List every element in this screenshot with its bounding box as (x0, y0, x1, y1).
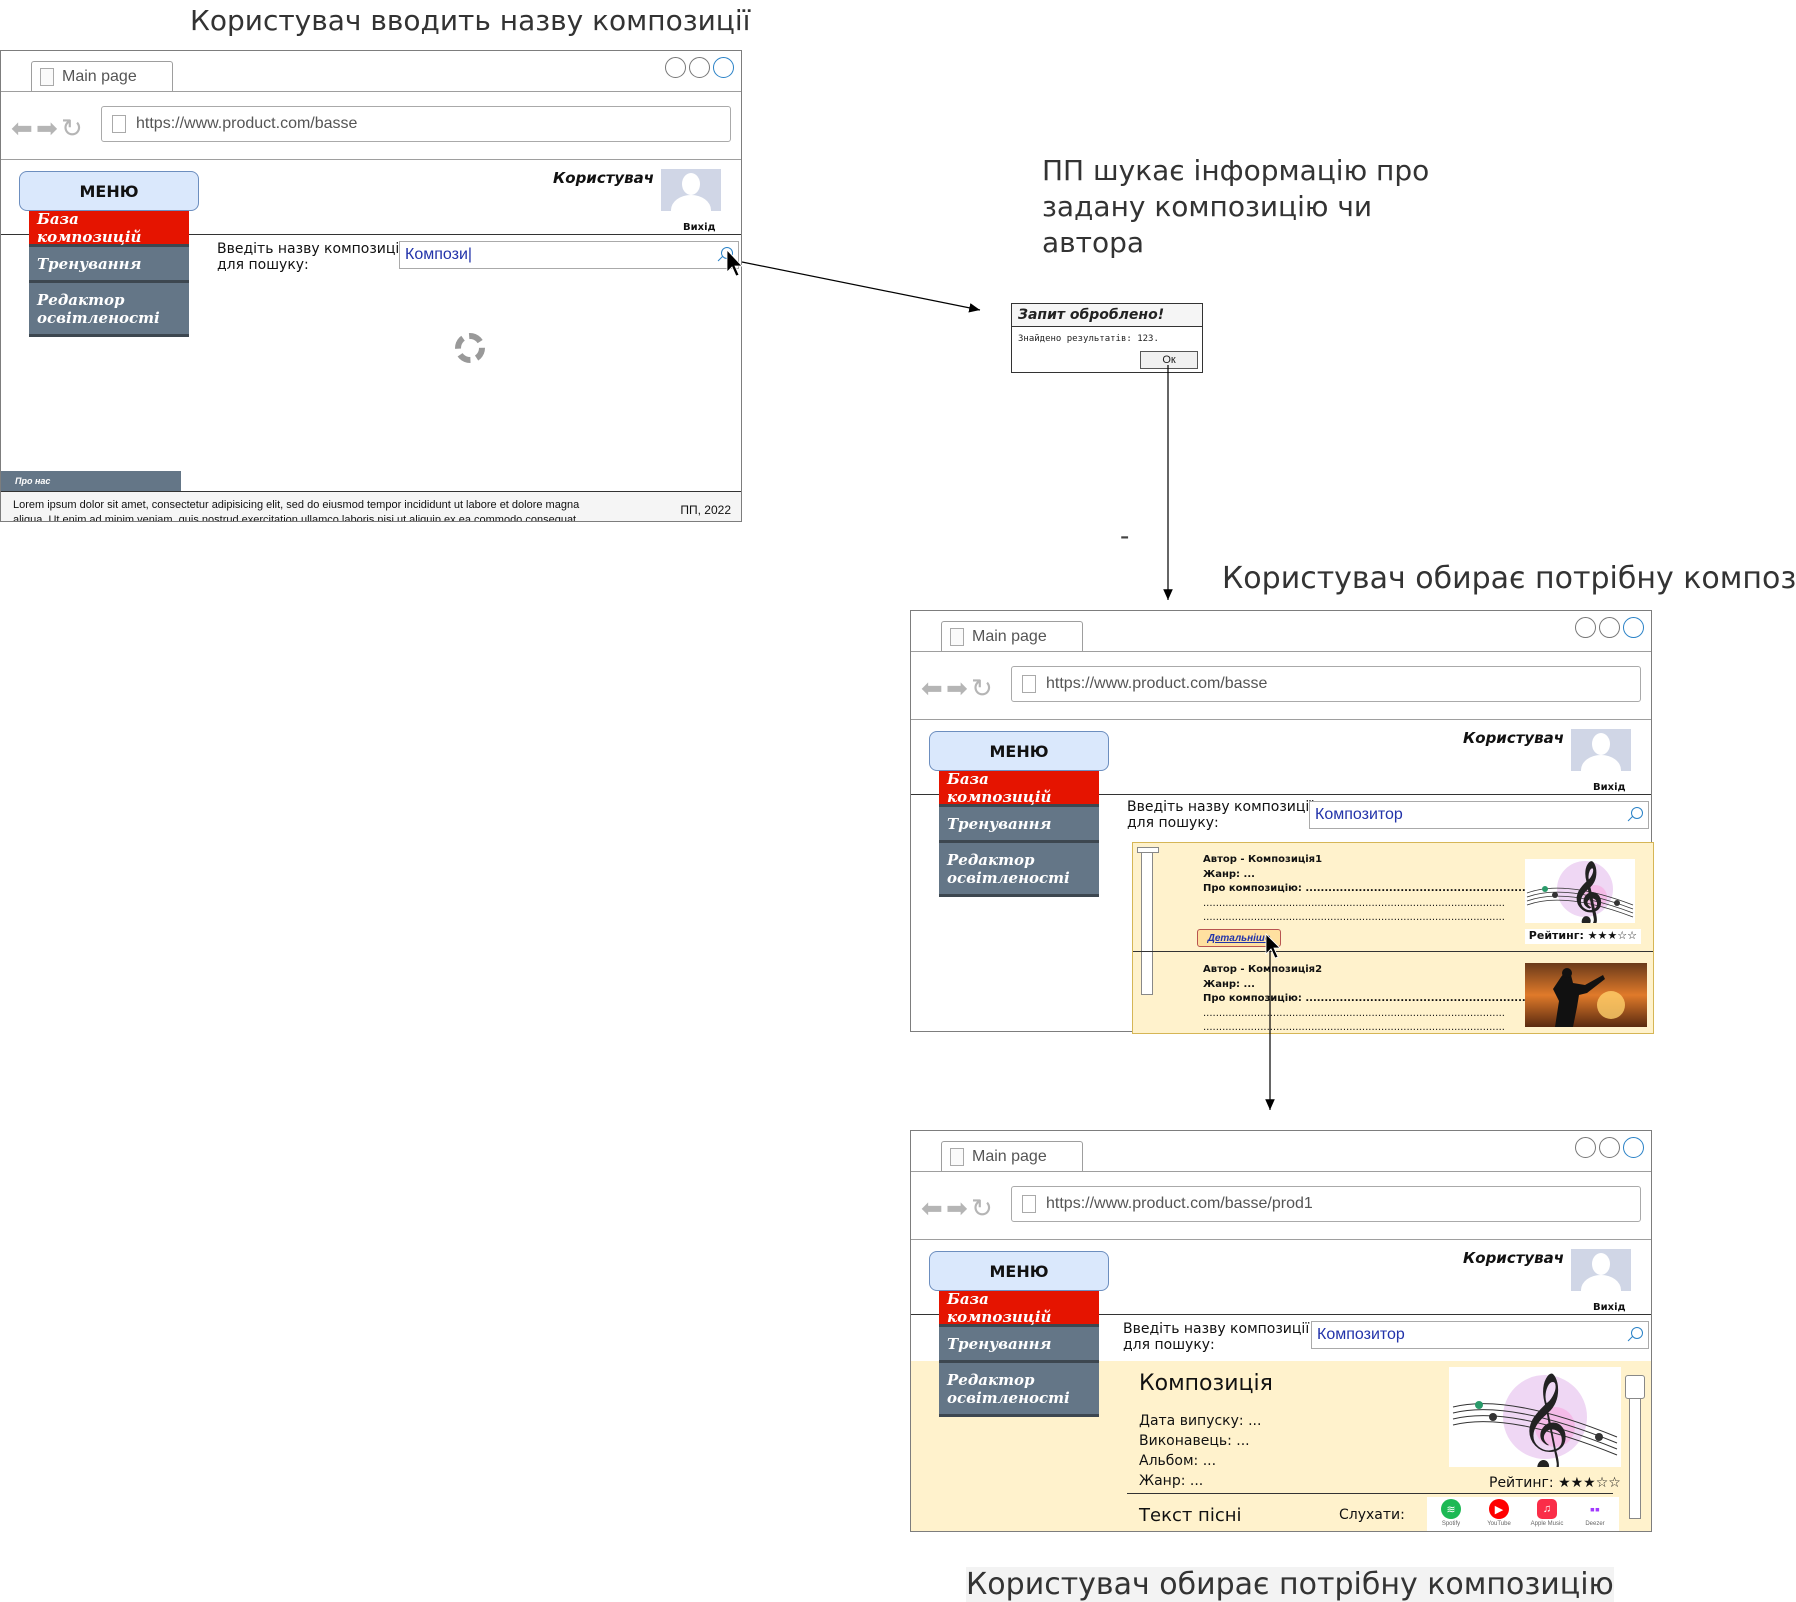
cursor-icon (726, 248, 743, 277)
flow-arrows (726, 248, 1281, 1110)
arrow-search-to-dialog (741, 261, 981, 313)
cursor-icon (1265, 933, 1281, 959)
